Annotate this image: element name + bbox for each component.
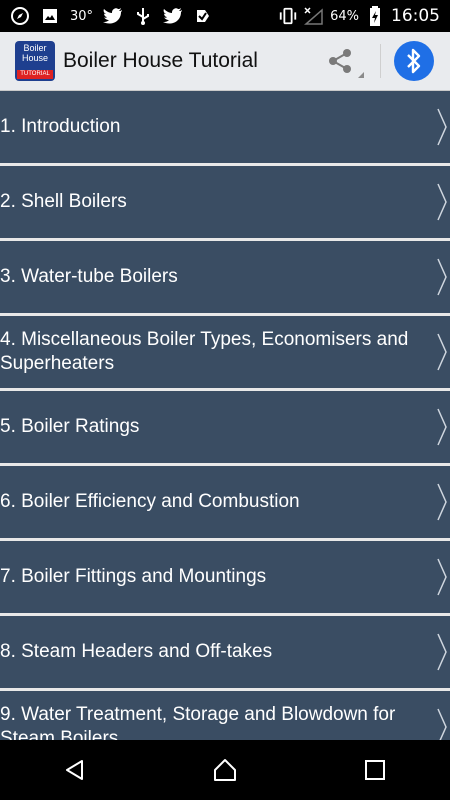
status-bar: 30° 64% 16:05 [0, 0, 450, 32]
image-icon [40, 6, 60, 26]
list-item-label: 4. Miscellaneous Boiler Types, Economise… [0, 329, 409, 374]
list-item-label: 7. Boiler Fittings and Mountings [0, 566, 267, 587]
no-signal-icon [304, 6, 324, 26]
logo-line-2: House [21, 53, 48, 63]
navigation-bar [0, 740, 450, 800]
status-bar-left: 30° [0, 6, 213, 26]
list-item[interactable]: 2. Shell Boilers [0, 166, 450, 238]
list-item[interactable]: 4. Miscellaneous Boiler Types, Economise… [0, 316, 450, 388]
list-item-label: 1. Introduction [0, 116, 121, 137]
share-button[interactable] [310, 38, 370, 84]
battery-charging-icon [365, 6, 385, 26]
usb-icon [133, 6, 153, 26]
twitter-icon [103, 6, 123, 26]
app-title: Boiler House Tutorial [63, 49, 258, 72]
chevron-right-icon [437, 408, 447, 446]
status-bar-right: 64% 16:05 [278, 6, 450, 26]
list-item[interactable]: 7. Boiler Fittings and Mountings [0, 541, 450, 613]
logo-tag: TUTORIAL [17, 70, 53, 79]
chapter-list: 1. Introduction 2. Shell Boilers 3. Wate… [0, 91, 450, 740]
clock: 16:05 [391, 6, 440, 26]
list-item[interactable]: 9. Water Treatment, Storage and Blowdown… [0, 691, 450, 740]
list-item-label: 2. Shell Boilers [0, 191, 127, 212]
home-icon [214, 759, 236, 781]
chevron-right-icon [437, 333, 447, 371]
list-item-label: 6. Boiler Efficiency and Combustion [0, 491, 300, 512]
chevron-right-icon [437, 558, 447, 596]
list-item[interactable]: 6. Boiler Efficiency and Combustion [0, 466, 450, 538]
chevron-right-icon [437, 483, 447, 521]
app-logo: Boiler House TUTORIAL [15, 41, 55, 81]
list-item-label: 3. Water-tube Boilers [0, 266, 178, 287]
app-bar-divider [380, 44, 381, 78]
logo-line-1: Boiler [23, 43, 47, 53]
chevron-right-icon [437, 708, 447, 740]
back-button[interactable] [55, 750, 95, 790]
bluetooth-button[interactable] [394, 41, 434, 81]
home-button[interactable] [205, 750, 245, 790]
list-item-label: 5. Boiler Ratings [0, 416, 140, 437]
list-item-label: 8. Steam Headers and Off-takes [0, 641, 273, 662]
list-item[interactable]: 1. Introduction [0, 91, 450, 163]
list-item[interactable]: 3. Water-tube Boilers [0, 241, 450, 313]
compass-icon [10, 6, 30, 26]
battery-percent: 64% [330, 8, 359, 24]
recents-icon [365, 760, 385, 780]
vibrate-icon [278, 6, 298, 26]
recents-button[interactable] [355, 750, 395, 790]
list-item[interactable]: 8. Steam Headers and Off-takes [0, 616, 450, 688]
chevron-right-icon [437, 183, 447, 221]
list-item-label: 9. Water Treatment, Storage and Blowdown… [0, 704, 396, 740]
chevron-right-icon [437, 108, 447, 146]
list-item[interactable]: 5. Boiler Ratings [0, 391, 450, 463]
share-icon [329, 49, 351, 73]
chevron-right-icon [437, 258, 447, 296]
twitter-icon [163, 6, 183, 26]
temperature-text: 30° [70, 8, 94, 24]
bluetooth-icon [407, 48, 421, 74]
chevron-right-icon [437, 633, 447, 671]
app-bar: Boiler House TUTORIAL Boiler House Tutor… [0, 32, 450, 91]
back-icon [66, 760, 83, 780]
check-bag-icon [193, 6, 213, 26]
